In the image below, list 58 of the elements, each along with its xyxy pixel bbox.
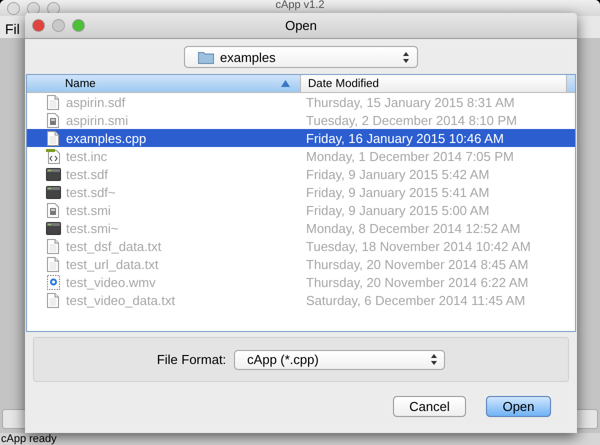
minimize-button[interactable] [27, 2, 40, 15]
terminal-icon [46, 168, 60, 180]
file-name: test.sdf~ [66, 184, 116, 200]
column-header[interactable]: Date Modified [301, 75, 567, 92]
file-date: Tuesday, 18 November 2014 10:42 AM [305, 238, 531, 254]
sort-arrow-icon [281, 80, 290, 87]
zoom-button[interactable] [47, 2, 60, 15]
stepper-arrows-icon [431, 354, 438, 365]
file-date: Saturday, 6 December 2014 11:45 AM [305, 292, 526, 308]
file-date: Friday, 9 January 2015 5:42 AM [305, 166, 490, 182]
cancel-button[interactable]: Cancel [393, 396, 466, 417]
terminal-icon [46, 222, 60, 234]
dialog-title: Open [285, 18, 317, 33]
file-date: Monday, 1 December 2014 7:05 PM [305, 148, 514, 164]
zoom-button[interactable] [72, 19, 85, 32]
document-icon [47, 292, 59, 308]
stepper-arrows-icon [403, 52, 409, 62]
format-dropdown[interactable]: cApp (*.cpp) [234, 350, 446, 370]
close-button[interactable] [32, 19, 45, 32]
file-name: test_dsf_data.txt [66, 238, 162, 254]
script-file-icon [47, 202, 59, 218]
file-name: aspirin.sdf [66, 94, 126, 110]
terminal-icon [46, 186, 60, 198]
document-icon [47, 256, 59, 272]
file-name: aspirin.smi [66, 112, 128, 128]
file-date: Thursday, 20 November 2014 8:45 AM [305, 256, 528, 272]
file-date: Monday, 8 December 2014 12:52 AM [305, 220, 520, 236]
folder-icon [198, 50, 214, 64]
file-name: test.inc [66, 148, 108, 164]
file-date: Friday, 9 January 2015 5:00 AM [305, 202, 490, 218]
menu-item[interactable]: Fil [5, 21, 20, 37]
format-label: File Format: [156, 352, 226, 367]
file-date: Thursday, 15 January 2015 8:31 AM [305, 94, 515, 110]
video-file-icon [46, 274, 60, 290]
file-name: test_video_data.txt [66, 292, 176, 308]
file-name: test.smi~ [66, 220, 118, 236]
file-name: test.sdf [66, 166, 108, 182]
location-dropdown[interactable]: examples [184, 46, 418, 68]
file-name: test.smi [66, 202, 111, 218]
source-file-icon [46, 148, 60, 164]
window-title: cApp v1.2 [276, 0, 324, 11]
file-name: examples.cpp [66, 130, 146, 146]
script-file-icon [47, 112, 59, 128]
file-name: test_video.wmv [66, 274, 156, 290]
document-icon [47, 130, 59, 146]
file-date: Tuesday, 2 December 2014 8:10 PM [305, 112, 518, 128]
file-date: Friday, 16 January 2015 10:46 AM [305, 130, 504, 146]
open-button[interactable]: Open [486, 396, 551, 417]
file-date: Thursday, 20 November 2014 6:22 AM [305, 274, 528, 290]
document-icon [47, 94, 59, 110]
file-row[interactable]: examples.cpp Friday, 16 January 2015 10:46 AM [27, 129, 575, 147]
document-icon [47, 238, 59, 254]
file-date: Friday, 9 January 2015 5:41 AM [305, 184, 490, 200]
status-text: cApp ready [1, 433, 57, 445]
column-header[interactable]: Name [27, 75, 301, 92]
close-button[interactable] [7, 2, 20, 15]
minimize-button[interactable] [52, 19, 65, 32]
file-name: test_url_data.txt [66, 256, 158, 272]
